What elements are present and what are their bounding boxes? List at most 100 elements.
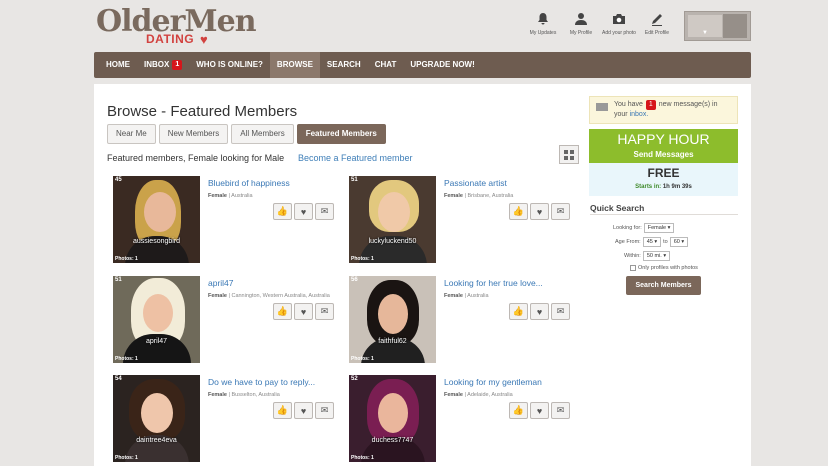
member-photo[interactable]: 51 luckyluckend50 Photos: 1 (349, 176, 436, 263)
favorite-button[interactable]: ♥ (530, 402, 549, 419)
member-actions: 👍 ♥ ✉ (273, 303, 336, 320)
starts-label: Starts in: (635, 184, 662, 190)
camera-icon (600, 12, 638, 28)
heart-icon: ♥ (536, 306, 543, 317)
photos-only-row: Only profiles with photos (630, 265, 698, 271)
member-headline[interactable]: Do we have to pay to reply... (208, 377, 315, 387)
member-age: 45 (115, 177, 122, 183)
message-button[interactable]: ✉ (551, 303, 570, 320)
within-row: Within: 50 mi. ▾ (624, 251, 671, 261)
tab-all-members[interactable]: All Members (231, 124, 294, 144)
avatar (723, 14, 747, 38)
member-headline[interactable]: Passionate artist (444, 178, 507, 188)
nav-browse[interactable]: BROWSE (269, 52, 320, 78)
nav-home[interactable]: HOME (99, 52, 137, 78)
like-button[interactable]: 👍 (509, 402, 528, 419)
new-message-notice: You have 1 new message(s) in your inbox. (589, 96, 738, 124)
tab-new-members[interactable]: New Members (158, 124, 229, 144)
message-button[interactable]: ✉ (551, 203, 570, 220)
member-photo[interactable]: 51 april47 Photos: 1 (113, 276, 200, 363)
msg-prefix: You have (614, 101, 643, 108)
looking-for-value: Female (647, 225, 667, 231)
favorite-button[interactable]: ♥ (294, 203, 313, 220)
member-headline[interactable]: april47 (208, 278, 234, 288)
message-button[interactable]: ✉ (315, 303, 334, 320)
nav-who-is-online[interactable]: WHO IS ONLINE? (189, 52, 270, 78)
my-updates-label: My Updates (529, 30, 557, 36)
age-from-value: 45 (646, 239, 653, 245)
age-to-select[interactable]: 60 ▾ (669, 237, 689, 247)
member-location: Australia (467, 293, 489, 299)
edit-profile-link[interactable]: Edit Profile (638, 12, 676, 36)
within-select[interactable]: 50 mi. ▾ (642, 251, 671, 261)
member-headline[interactable]: Looking for her true love... (444, 278, 543, 288)
bell-icon (524, 12, 562, 28)
nav-upgrade-label: UPGRADE NOW! (410, 60, 475, 69)
member-gender: Female (208, 392, 227, 398)
photo-count: Photos: 1 (351, 455, 374, 461)
inbox-count-badge: 1 (172, 60, 183, 70)
search-members-button[interactable]: Search Members (626, 276, 701, 295)
thumbs-up-icon: 👍 (276, 206, 289, 216)
like-button[interactable]: 👍 (509, 203, 528, 220)
favorite-button[interactable]: ♥ (530, 203, 549, 220)
photos-only-label: Only profiles with photos (638, 265, 698, 271)
pencil-icon (638, 12, 676, 28)
happy-hour-banner[interactable]: HAPPY HOUR Send Messages FREE Starts in:… (589, 129, 738, 196)
age-from-select[interactable]: 45 ▾ (642, 237, 662, 247)
nav-browse-label: BROWSE (276, 60, 313, 69)
member-photo[interactable]: 45 aussiesongbird Photos: 1 (113, 176, 200, 263)
grid-view-button[interactable] (559, 145, 579, 164)
become-featured-link[interactable]: Become a Featured member (298, 153, 413, 163)
nav-upgrade[interactable]: UPGRADE NOW! (403, 52, 481, 78)
tab-featured-members[interactable]: Featured Members (296, 124, 386, 144)
favorite-button[interactable]: ♥ (294, 303, 313, 320)
account-menu[interactable]: ▼ (684, 11, 751, 41)
nav-chat[interactable]: CHAT (368, 52, 404, 78)
add-photo-link[interactable]: Add your photo (600, 12, 638, 36)
message-button[interactable]: ✉ (551, 402, 570, 419)
member-age: 51 (115, 277, 122, 283)
member-username: luckyluckend50 (368, 238, 417, 245)
my-updates-link[interactable]: My Updates (524, 12, 562, 36)
nav-online-label: WHO IS ONLINE? (196, 60, 263, 69)
nav-home-label: HOME (106, 60, 130, 69)
member-card: 51 luckyluckend50 Photos: 1 Passionate a… (349, 176, 579, 266)
message-button[interactable]: ✉ (315, 203, 334, 220)
grid-icon (564, 149, 574, 160)
member-card: 54 daintree4eva Photos: 1 Do we have to … (113, 375, 343, 465)
my-profile-link[interactable]: My Profile (562, 12, 600, 36)
member-gender: Female (444, 193, 463, 199)
site-logo[interactable]: OlderMen DATING ♥ (96, 4, 257, 48)
nav-inbox[interactable]: INBOX 1 (137, 52, 189, 78)
chevron-down-icon: ▼ (702, 30, 708, 36)
thumbs-up-icon: 👍 (512, 405, 525, 415)
inbox-link[interactable]: inbox. (630, 111, 649, 118)
member-location: Cannington, Western Australia, Australia (231, 293, 330, 299)
nav-search[interactable]: SEARCH (320, 52, 368, 78)
member-actions: 👍 ♥ ✉ (509, 203, 572, 220)
message-button[interactable]: ✉ (315, 402, 334, 419)
envelope-icon: ✉ (556, 306, 565, 316)
member-headline[interactable]: Looking for my gentleman (444, 377, 542, 387)
member-photo[interactable]: 52 duchess7747 Photos: 1 (349, 375, 436, 462)
looking-for-row: Looking for: Female ▾ (613, 223, 675, 233)
like-button[interactable]: 👍 (273, 203, 292, 220)
nav-inbox-label: INBOX (144, 60, 170, 69)
photos-only-checkbox[interactable] (630, 265, 636, 271)
tab-near-me[interactable]: Near Me (107, 124, 156, 144)
member-gender: Female (444, 392, 463, 398)
thumbs-up-icon: 👍 (512, 206, 525, 216)
member-location: Adelaide, Australia (467, 392, 513, 398)
member-photo[interactable]: 54 daintree4eva Photos: 1 (113, 375, 200, 462)
like-button[interactable]: 👍 (509, 303, 528, 320)
like-button[interactable]: 👍 (273, 402, 292, 419)
member-photo[interactable]: 56 faithful62 Photos: 1 (349, 276, 436, 363)
looking-for-select[interactable]: Female ▾ (643, 223, 675, 233)
like-button[interactable]: 👍 (273, 303, 292, 320)
member-headline[interactable]: Bluebird of happiness (208, 178, 290, 188)
favorite-button[interactable]: ♥ (294, 402, 313, 419)
favorite-button[interactable]: ♥ (530, 303, 549, 320)
member-username: april47 (145, 338, 167, 345)
member-actions: 👍 ♥ ✉ (509, 402, 572, 419)
